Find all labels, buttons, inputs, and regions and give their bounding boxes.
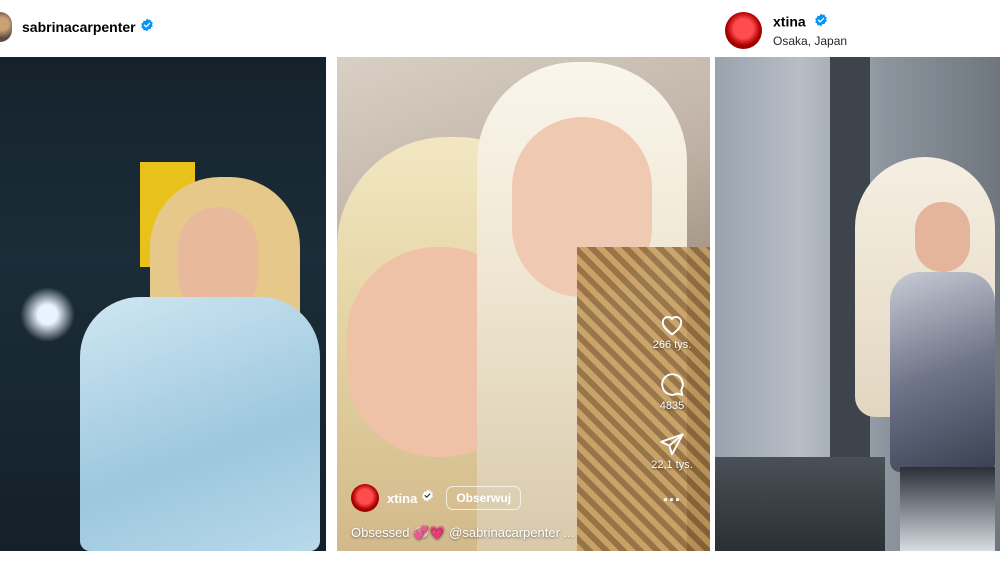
- post-image-sabrinacarpenter[interactable]: [0, 57, 326, 551]
- verified-badge-icon: [421, 489, 434, 507]
- reel-xtina[interactable]: 266 tys. 4835 22,1 tys. ... xtina Obserw…: [337, 57, 710, 551]
- post-image-xtina[interactable]: [715, 57, 1000, 551]
- post-header-xtina: xtina Osaka, Japan: [725, 11, 847, 49]
- likes-count: 266 tys.: [652, 339, 692, 351]
- comment-button[interactable]: 4835: [659, 371, 685, 412]
- follow-button[interactable]: Obserwuj: [446, 486, 522, 510]
- post-header-sabrinacarpenter: sabrinacarpenter: [0, 12, 154, 42]
- location-link[interactable]: Osaka, Japan: [773, 34, 847, 48]
- boots-shape: [900, 467, 995, 551]
- header-text: xtina Osaka, Japan: [773, 13, 847, 48]
- comments-count: 4835: [659, 400, 685, 412]
- reel-caption: Obsessed 💞💗 @sabrinacarpenter ...: [351, 525, 574, 541]
- silver-outfit: [890, 272, 995, 472]
- caption-mention-link[interactable]: @sabrinacarpenter ...: [449, 525, 574, 540]
- shares-count: 22,1 tys.: [651, 459, 693, 471]
- heart-icon: [661, 316, 683, 336]
- reel-actions: 266 tys. 4835 22,1 tys. ...: [648, 312, 696, 526]
- avatar[interactable]: [351, 484, 379, 512]
- face-shape: [915, 202, 970, 272]
- caption-text: Obsessed 💞💗: [351, 525, 450, 540]
- outfit-shape: [80, 297, 320, 551]
- more-icon: ...: [662, 485, 681, 505]
- reel-author: xtina Obserwuj: [351, 484, 522, 512]
- more-options-button[interactable]: ...: [663, 485, 681, 506]
- share-icon: [660, 433, 684, 456]
- comment-icon: [661, 373, 684, 396]
- verified-badge-icon: [140, 18, 154, 37]
- stage-equipment: [715, 457, 885, 551]
- avatar[interactable]: [0, 12, 12, 42]
- username-link[interactable]: xtina: [773, 13, 806, 29]
- light-flare: [20, 287, 75, 342]
- username-link[interactable]: xtina: [387, 491, 417, 506]
- avatar[interactable]: [725, 11, 762, 49]
- like-button[interactable]: 266 tys.: [652, 312, 692, 351]
- share-button[interactable]: 22,1 tys.: [651, 432, 693, 471]
- verified-badge-icon: [814, 13, 828, 32]
- username-link[interactable]: sabrinacarpenter: [22, 19, 136, 35]
